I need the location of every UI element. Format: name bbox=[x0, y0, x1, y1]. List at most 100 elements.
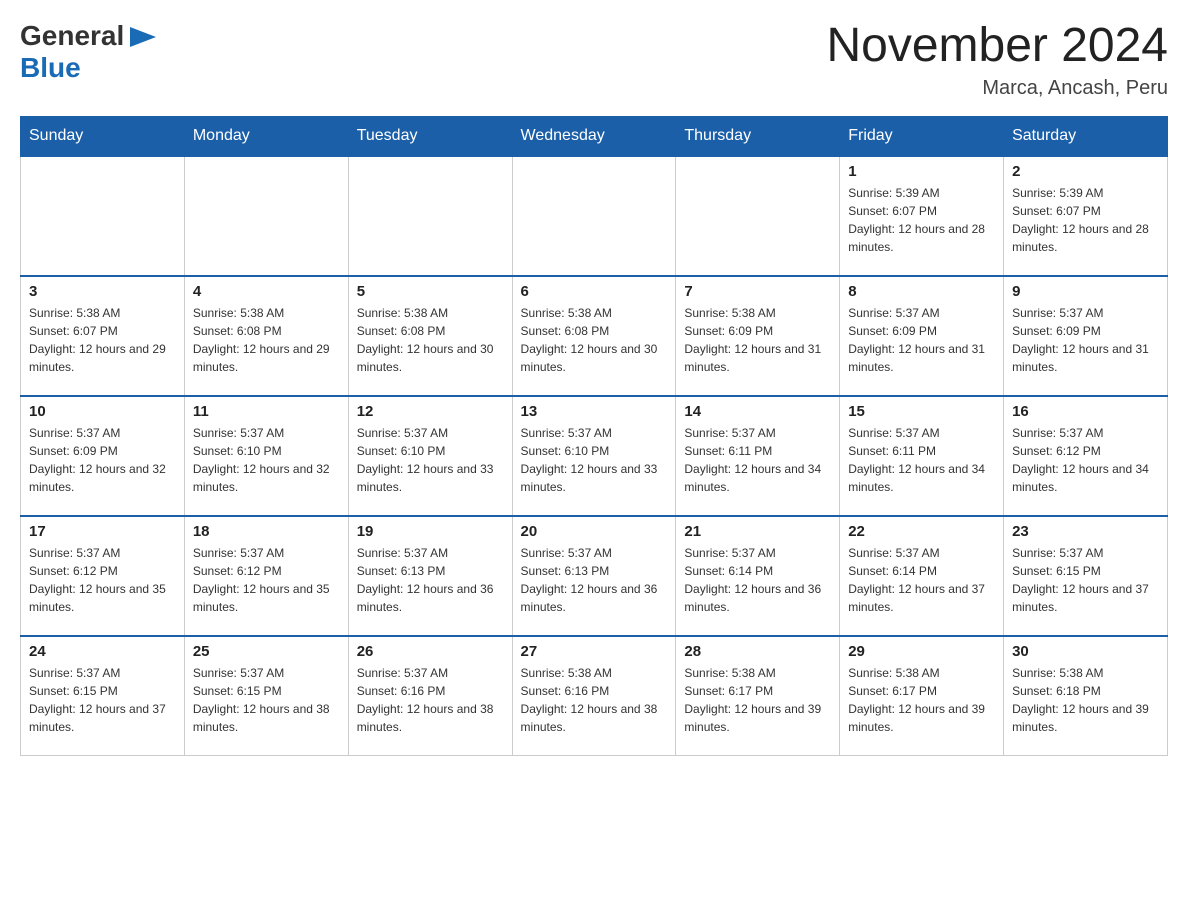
day-number: 16 bbox=[1012, 403, 1159, 420]
day-info: Sunrise: 5:37 AM Sunset: 6:13 PM Dayligh… bbox=[521, 544, 668, 616]
day-cell: 8Sunrise: 5:37 AM Sunset: 6:09 PM Daylig… bbox=[840, 276, 1004, 396]
day-number: 13 bbox=[521, 403, 668, 420]
day-number: 3 bbox=[29, 283, 176, 300]
day-info: Sunrise: 5:37 AM Sunset: 6:16 PM Dayligh… bbox=[357, 664, 504, 736]
col-friday: Friday bbox=[840, 116, 1004, 156]
logo-arrow-icon bbox=[128, 25, 158, 49]
day-info: Sunrise: 5:38 AM Sunset: 6:17 PM Dayligh… bbox=[684, 664, 831, 736]
day-info: Sunrise: 5:38 AM Sunset: 6:17 PM Dayligh… bbox=[848, 664, 995, 736]
day-info: Sunrise: 5:37 AM Sunset: 6:14 PM Dayligh… bbox=[684, 544, 831, 616]
day-info: Sunrise: 5:37 AM Sunset: 6:10 PM Dayligh… bbox=[521, 424, 668, 496]
day-cell: 25 Sunrise: 5:37 AM Sunset: 6:15 PM Dayli… bbox=[184, 636, 348, 756]
col-tuesday: Tuesday bbox=[348, 116, 512, 156]
day-info: Sunrise: 5:37 AM Sunset: 6:15 PM Dayligh… bbox=[193, 664, 340, 736]
day-cell bbox=[348, 156, 512, 276]
day-info: Sunrise: 5:38 AM Sunset: 6:08 PM Dayligh… bbox=[357, 304, 504, 376]
day-cell: 26 Sunrise: 5:37 AM Sunset: 6:16 PM Dayli… bbox=[348, 636, 512, 756]
day-info: Sunrise: 5:37 AM Sunset: 6:10 PM Dayligh… bbox=[357, 424, 504, 496]
day-number: 27 bbox=[521, 643, 668, 660]
day-info: Sunrise: 5:39 AM Sunset: 6:07 PM Dayligh… bbox=[1012, 184, 1159, 256]
header: General Blue November 2024 Marca, Ancash… bbox=[20, 20, 1168, 100]
day-number: 17 bbox=[29, 523, 176, 540]
day-cell: 12 Sunrise: 5:37 AM Sunset: 6:10 PM Dayli… bbox=[348, 396, 512, 516]
day-cell: 28 Sunrise: 5:38 AM Sunset: 6:17 PM Dayli… bbox=[676, 636, 840, 756]
day-number: 21 bbox=[684, 523, 831, 540]
day-info: Sunrise: 5:37 AM Sunset: 6:09 PM Dayligh… bbox=[29, 424, 176, 496]
day-number: 19 bbox=[357, 523, 504, 540]
day-info: Sunrise: 5:37 AM Sunset: 6:12 PM Dayligh… bbox=[29, 544, 176, 616]
week-row-1: 3 Sunrise: 5:38 AM Sunset: 6:07 PM Daylig… bbox=[21, 276, 1168, 396]
day-number: 4 bbox=[193, 283, 340, 300]
day-info: Sunrise: 5:37 AM Sunset: 6:11 PM Dayligh… bbox=[684, 424, 831, 496]
logo-general-text: General bbox=[20, 20, 124, 52]
day-cell: 3 Sunrise: 5:38 AM Sunset: 6:07 PM Daylig… bbox=[21, 276, 185, 396]
day-cell: 11Sunrise: 5:37 AM Sunset: 6:10 PM Dayli… bbox=[184, 396, 348, 516]
day-number: 26 bbox=[357, 643, 504, 660]
day-cell: 7Sunrise: 5:38 AM Sunset: 6:09 PM Daylig… bbox=[676, 276, 840, 396]
day-cell: 1Sunrise: 5:39 AM Sunset: 6:07 PM Daylig… bbox=[840, 156, 1004, 276]
day-number: 15 bbox=[848, 403, 995, 420]
day-number: 30 bbox=[1012, 643, 1159, 660]
day-info: Sunrise: 5:37 AM Sunset: 6:15 PM Dayligh… bbox=[1012, 544, 1159, 616]
day-cell: 19 Sunrise: 5:37 AM Sunset: 6:13 PM Dayli… bbox=[348, 516, 512, 636]
day-info: Sunrise: 5:38 AM Sunset: 6:08 PM Dayligh… bbox=[521, 304, 668, 376]
day-info: Sunrise: 5:38 AM Sunset: 6:07 PM Dayligh… bbox=[29, 304, 176, 376]
day-info: Sunrise: 5:37 AM Sunset: 6:13 PM Dayligh… bbox=[357, 544, 504, 616]
day-cell: 29 Sunrise: 5:38 AM Sunset: 6:17 PM Dayli… bbox=[840, 636, 1004, 756]
day-number: 10 bbox=[29, 403, 176, 420]
day-number: 8 bbox=[848, 283, 995, 300]
calendar-body: 1Sunrise: 5:39 AM Sunset: 6:07 PM Daylig… bbox=[21, 156, 1168, 756]
col-wednesday: Wednesday bbox=[512, 116, 676, 156]
week-row-0: 1Sunrise: 5:39 AM Sunset: 6:07 PM Daylig… bbox=[21, 156, 1168, 276]
header-row: Sunday Monday Tuesday Wednesday Thursday… bbox=[21, 116, 1168, 156]
day-info: Sunrise: 5:39 AM Sunset: 6:07 PM Dayligh… bbox=[848, 184, 995, 256]
col-sunday: Sunday bbox=[21, 116, 185, 156]
day-number: 22 bbox=[848, 523, 995, 540]
day-cell bbox=[512, 156, 676, 276]
day-cell: 10 Sunrise: 5:37 AM Sunset: 6:09 PM Dayli… bbox=[21, 396, 185, 516]
day-cell: 20 Sunrise: 5:37 AM Sunset: 6:13 PM Dayli… bbox=[512, 516, 676, 636]
calendar-header: Sunday Monday Tuesday Wednesday Thursday… bbox=[21, 116, 1168, 156]
logo-row2: Blue bbox=[20, 52, 81, 84]
week-row-3: 17 Sunrise: 5:37 AM Sunset: 6:12 PM Dayli… bbox=[21, 516, 1168, 636]
day-cell: 24Sunrise: 5:37 AM Sunset: 6:15 PM Dayli… bbox=[21, 636, 185, 756]
day-cell: 17 Sunrise: 5:37 AM Sunset: 6:12 PM Dayli… bbox=[21, 516, 185, 636]
logo: General Blue bbox=[20, 20, 158, 84]
day-cell: 23Sunrise: 5:37 AM Sunset: 6:15 PM Dayli… bbox=[1004, 516, 1168, 636]
day-number: 18 bbox=[193, 523, 340, 540]
month-title: November 2024 bbox=[826, 20, 1168, 73]
day-info: Sunrise: 5:37 AM Sunset: 6:12 PM Dayligh… bbox=[193, 544, 340, 616]
day-number: 28 bbox=[684, 643, 831, 660]
day-number: 12 bbox=[357, 403, 504, 420]
col-monday: Monday bbox=[184, 116, 348, 156]
day-number: 29 bbox=[848, 643, 995, 660]
day-cell: 16 Sunrise: 5:37 AM Sunset: 6:12 PM Dayli… bbox=[1004, 396, 1168, 516]
day-info: Sunrise: 5:37 AM Sunset: 6:09 PM Dayligh… bbox=[1012, 304, 1159, 376]
day-cell: 30Sunrise: 5:38 AM Sunset: 6:18 PM Dayli… bbox=[1004, 636, 1168, 756]
day-cell: 21 Sunrise: 5:37 AM Sunset: 6:14 PM Dayli… bbox=[676, 516, 840, 636]
day-number: 9 bbox=[1012, 283, 1159, 300]
logo-blue-text: Blue bbox=[20, 52, 81, 84]
day-cell bbox=[184, 156, 348, 276]
day-number: 20 bbox=[521, 523, 668, 540]
day-number: 6 bbox=[521, 283, 668, 300]
day-cell: 2 Sunrise: 5:39 AM Sunset: 6:07 PM Daylig… bbox=[1004, 156, 1168, 276]
day-info: Sunrise: 5:38 AM Sunset: 6:16 PM Dayligh… bbox=[521, 664, 668, 736]
day-cell: 6 Sunrise: 5:38 AM Sunset: 6:08 PM Daylig… bbox=[512, 276, 676, 396]
week-row-4: 24Sunrise: 5:37 AM Sunset: 6:15 PM Dayli… bbox=[21, 636, 1168, 756]
day-number: 2 bbox=[1012, 163, 1159, 180]
day-number: 5 bbox=[357, 283, 504, 300]
day-info: Sunrise: 5:37 AM Sunset: 6:11 PM Dayligh… bbox=[848, 424, 995, 496]
calendar-table: Sunday Monday Tuesday Wednesday Thursday… bbox=[20, 116, 1168, 757]
day-info: Sunrise: 5:37 AM Sunset: 6:12 PM Dayligh… bbox=[1012, 424, 1159, 496]
day-cell: 4Sunrise: 5:38 AM Sunset: 6:08 PM Daylig… bbox=[184, 276, 348, 396]
day-info: Sunrise: 5:37 AM Sunset: 6:14 PM Dayligh… bbox=[848, 544, 995, 616]
day-cell: 14Sunrise: 5:37 AM Sunset: 6:11 PM Dayli… bbox=[676, 396, 840, 516]
day-number: 7 bbox=[684, 283, 831, 300]
day-cell bbox=[21, 156, 185, 276]
week-row-2: 10 Sunrise: 5:37 AM Sunset: 6:09 PM Dayli… bbox=[21, 396, 1168, 516]
day-cell: 13 Sunrise: 5:37 AM Sunset: 6:10 PM Dayli… bbox=[512, 396, 676, 516]
day-number: 25 bbox=[193, 643, 340, 660]
day-cell: 5 Sunrise: 5:38 AM Sunset: 6:08 PM Daylig… bbox=[348, 276, 512, 396]
day-info: Sunrise: 5:37 AM Sunset: 6:10 PM Dayligh… bbox=[193, 424, 340, 496]
